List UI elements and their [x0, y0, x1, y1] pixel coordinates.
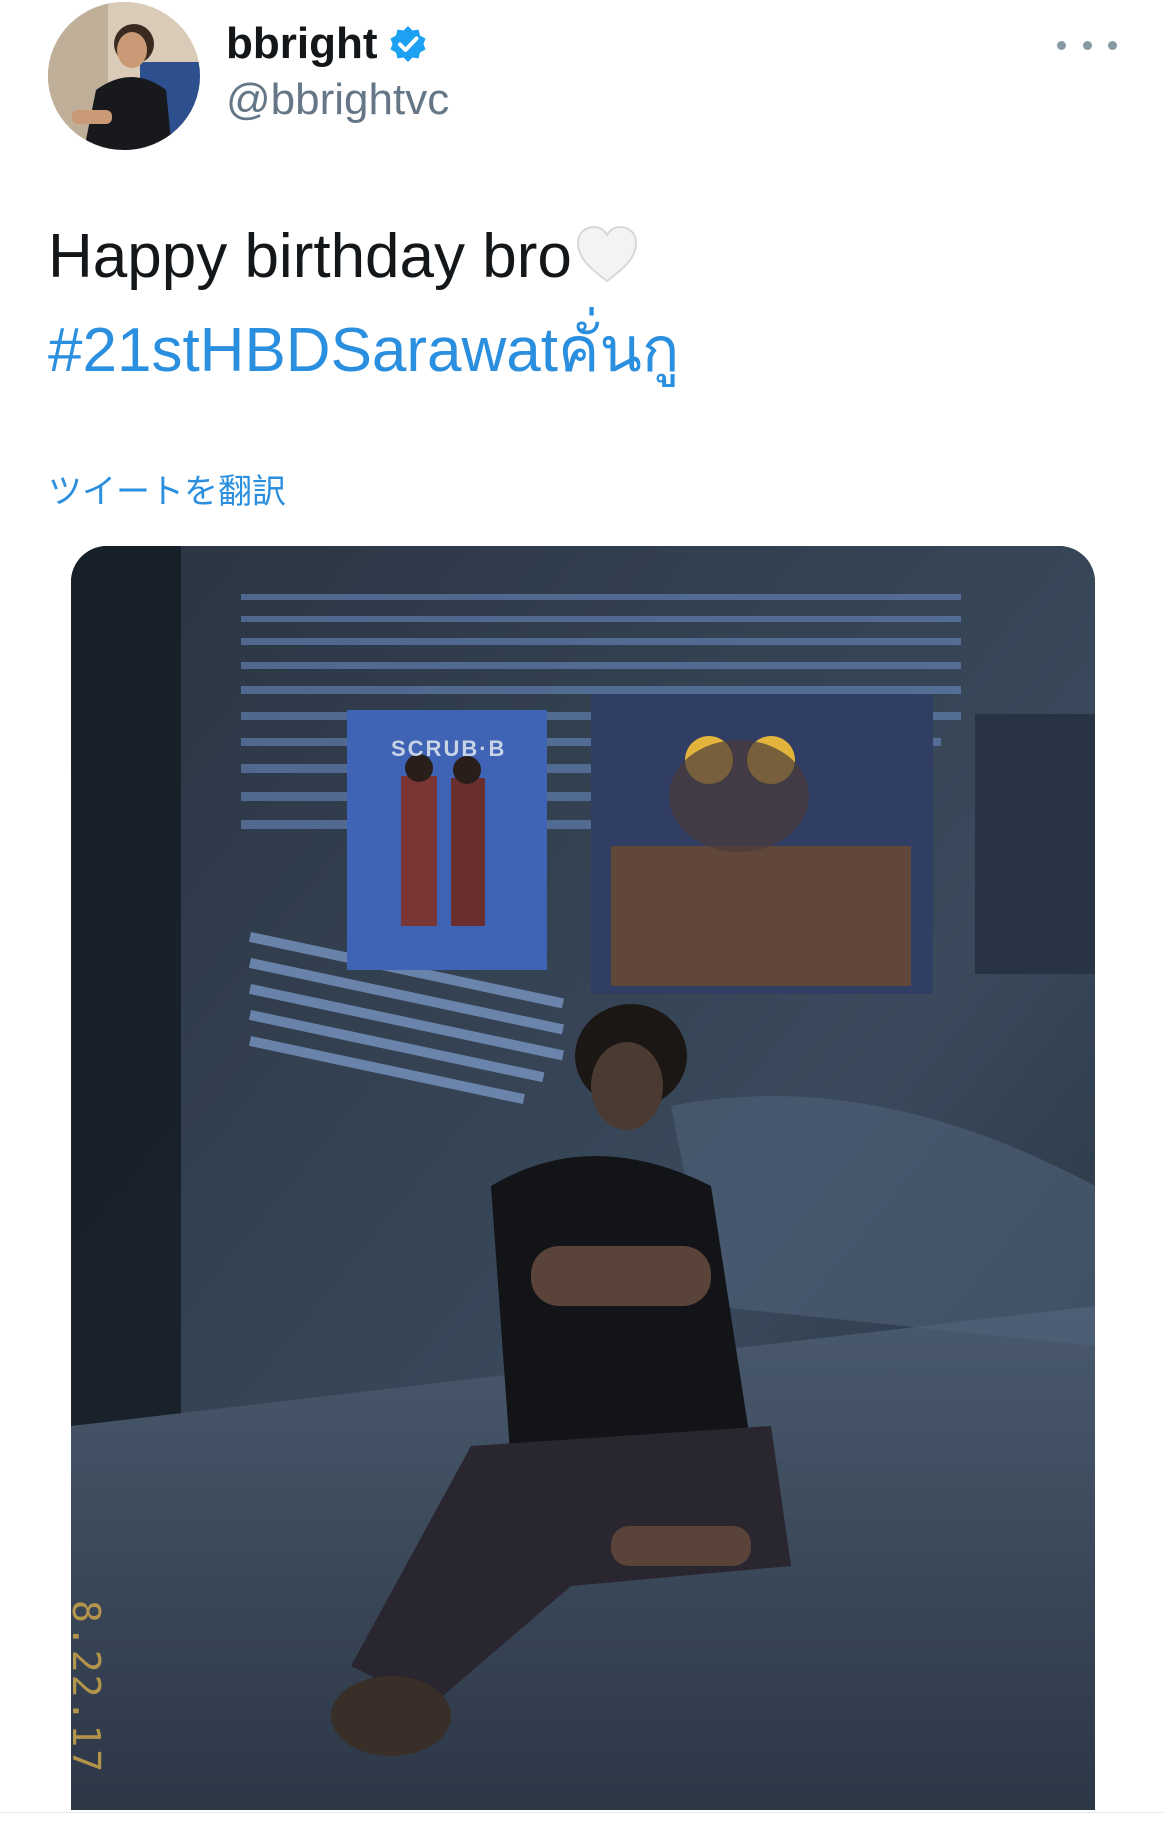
tweet-text-body: Happy birthday bro: [48, 222, 572, 291]
poster-text: SCRUB·B: [391, 736, 507, 761]
translate-tweet-link[interactable]: ツイートを翻訳: [48, 470, 286, 514]
tweet-photo[interactable]: SCRUB·B: [71, 546, 1095, 1810]
more-options-button[interactable]: [1057, 30, 1117, 60]
display-name[interactable]: bbright: [226, 14, 428, 74]
user-handle[interactable]: @bbrightvc: [226, 72, 449, 128]
tweet: bbright @bbrightvc Happy birthday bro #2…: [0, 0, 1163, 1842]
more-dot: [1108, 40, 1117, 50]
display-name-text: bbright: [226, 19, 378, 68]
avatar[interactable]: [48, 2, 200, 150]
photo-date-stamp: 8.22.17: [64, 1600, 108, 1775]
verified-badge-icon: [388, 24, 428, 64]
more-horizontal-icon: [1057, 40, 1066, 50]
more-dot: [1082, 40, 1092, 50]
hashtag-link[interactable]: #21stHBDSarawatคั่นกู: [48, 314, 679, 388]
tweet-text: Happy birthday bro: [48, 220, 640, 294]
white-heart-icon: [574, 223, 640, 285]
divider: [0, 1812, 1163, 1813]
photo-image: [71, 546, 1095, 1810]
